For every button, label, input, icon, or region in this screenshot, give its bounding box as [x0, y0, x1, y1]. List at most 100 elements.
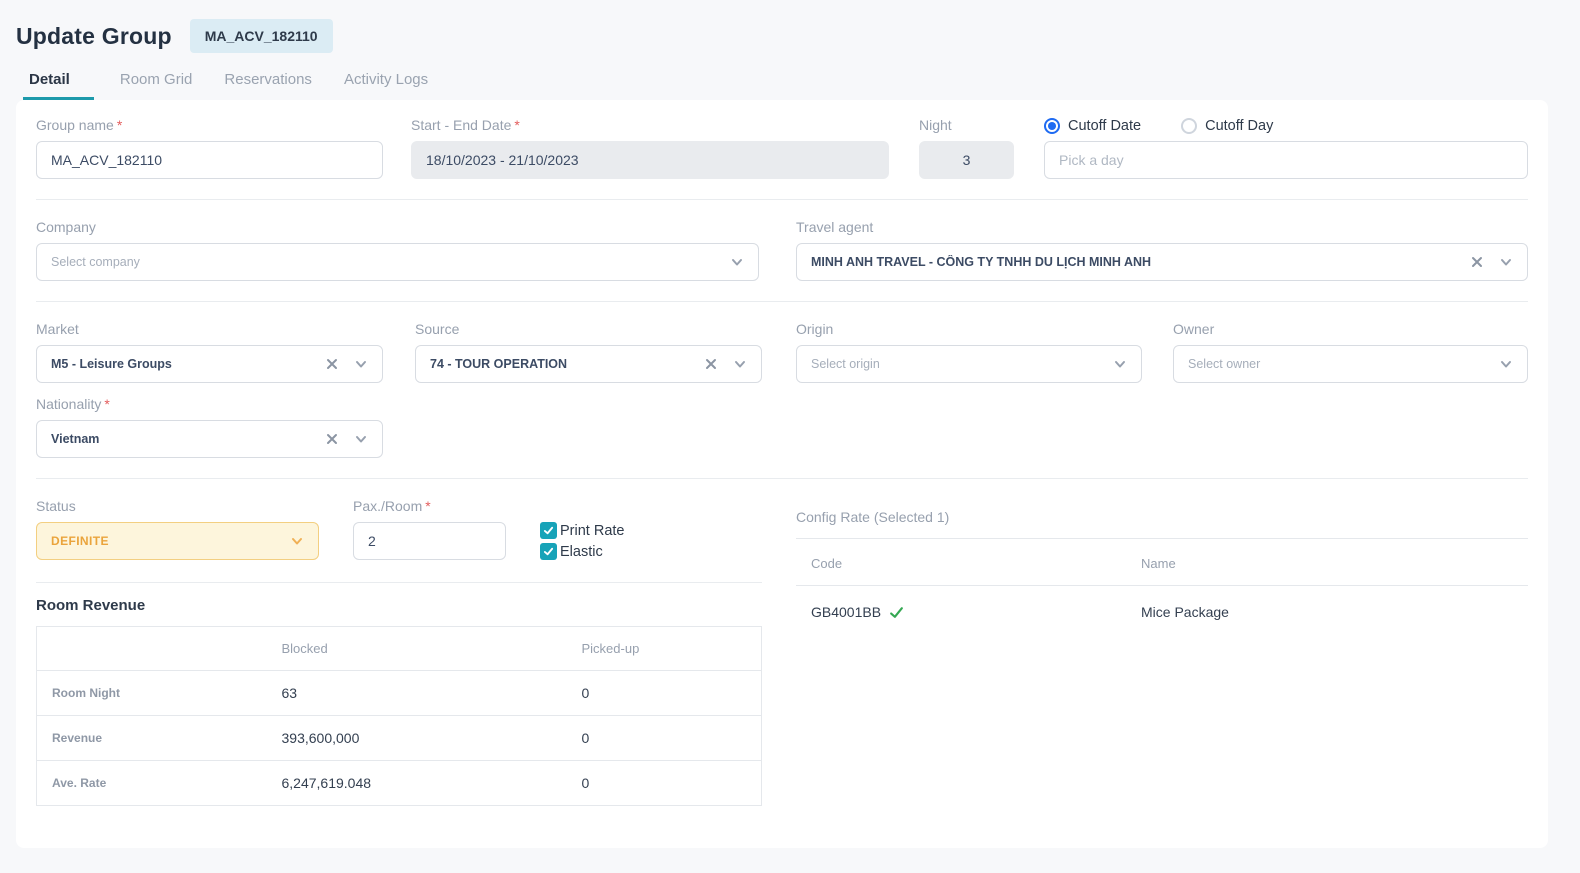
config-rate-header-row: Code Name	[796, 539, 1528, 586]
date-range-input	[411, 141, 889, 179]
tab-room-grid[interactable]: Room Grid	[114, 71, 199, 100]
company-placeholder: Select company	[51, 255, 140, 269]
status-value: DEFINITE	[51, 534, 109, 548]
picked-up-column-header: Picked-up	[567, 627, 762, 671]
revenue-blocked-value: 393,600,000	[267, 716, 567, 761]
room-revenue-table: Blocked Picked-up Room Night 63 0 Revenu…	[36, 626, 762, 806]
room-night-picked-up-value: 0	[567, 671, 762, 716]
tab-detail[interactable]: Detail	[23, 71, 94, 100]
cutoff-day-radio-label: Cutoff Day	[1205, 118, 1273, 134]
rate-code-value: GB4001BB	[811, 604, 881, 620]
page-header: Update Group MA_ACV_182110 Detail Room G…	[0, 0, 1580, 100]
group-code-badge: MA_ACV_182110	[190, 19, 333, 53]
source-value: 74 - TOUR OPERATION	[430, 357, 567, 371]
market-select[interactable]: M5 - Leisure Groups	[36, 345, 383, 383]
radio-unselected-icon	[1181, 118, 1197, 134]
tab-reservations[interactable]: Reservations	[218, 71, 318, 100]
empty-header-cell	[37, 627, 267, 671]
config-rate-title: Config Rate (Selected 1)	[796, 499, 1528, 539]
status-label: Status	[36, 499, 319, 513]
detail-panel: Group name* Start - End Date* Night Cuto…	[16, 100, 1548, 848]
ave-rate-row-label: Ave. Rate	[37, 761, 267, 806]
status-select[interactable]: DEFINITE	[36, 522, 319, 560]
chevron-down-icon	[730, 255, 744, 269]
cutoff-date-radio[interactable]: Cutoff Date	[1044, 118, 1141, 134]
group-name-input[interactable]	[36, 141, 383, 179]
elastic-checkbox[interactable]: Elastic	[540, 543, 624, 560]
row-company-agent: Company Select company Travel agent MINH…	[36, 220, 1528, 281]
group-name-label: Group name*	[36, 118, 383, 132]
ave-rate-picked-up-value: 0	[567, 761, 762, 806]
market-label: Market	[36, 322, 383, 336]
travel-agent-select[interactable]: MINH ANH TRAVEL - CÔNG TY TNHH DU LỊCH M…	[796, 243, 1528, 281]
market-value: M5 - Leisure Groups	[51, 357, 172, 371]
required-marker: *	[425, 498, 430, 514]
clear-icon[interactable]	[1470, 255, 1484, 269]
cutoff-day-radio[interactable]: Cutoff Day	[1181, 118, 1273, 134]
pax-room-label: Pax./Room*	[353, 499, 506, 513]
room-night-row-label: Room Night	[37, 671, 267, 716]
origin-select[interactable]: Select origin	[796, 345, 1142, 383]
ave-rate-blocked-value: 6,247,619.048	[267, 761, 567, 806]
print-rate-checkbox[interactable]: Print Rate	[540, 522, 624, 539]
date-range-label: Start - End Date*	[411, 118, 889, 132]
night-input	[919, 141, 1014, 179]
check-icon	[540, 522, 557, 539]
tab-activity-logs[interactable]: Activity Logs	[338, 71, 434, 100]
travel-agent-value: MINH ANH TRAVEL - CÔNG TY TNHH DU LỊCH M…	[811, 255, 1151, 269]
cutoff-day-picker-input[interactable]	[1044, 141, 1528, 179]
owner-select[interactable]: Select owner	[1173, 345, 1528, 383]
left-column: Status DEFINITE Pax./Room*	[36, 499, 762, 806]
required-marker: *	[104, 396, 109, 412]
name-column-header: Name	[1141, 556, 1176, 571]
rate-option-checkboxes: Print Rate Elastic	[540, 522, 624, 560]
owner-placeholder: Select owner	[1188, 357, 1260, 371]
cutoff-date-radio-label: Cutoff Date	[1068, 118, 1141, 134]
check-icon	[540, 543, 557, 560]
table-row: Room Night 63 0	[37, 671, 762, 716]
chevron-down-icon	[1499, 357, 1513, 371]
divider	[36, 301, 1528, 302]
cutoff-radio-group: Cutoff Date Cutoff Day	[1044, 118, 1528, 134]
row-basic-info: Group name* Start - End Date* Night Cuto…	[36, 118, 1528, 179]
revenue-picked-up-value: 0	[567, 716, 762, 761]
clear-icon[interactable]	[704, 357, 718, 371]
elastic-label: Elastic	[560, 544, 603, 560]
room-revenue-header-row: Blocked Picked-up	[37, 627, 762, 671]
divider	[36, 478, 1528, 479]
owner-label: Owner	[1173, 322, 1528, 336]
room-revenue-title: Room Revenue	[36, 597, 762, 614]
nationality-label: Nationality*	[36, 397, 383, 411]
rate-name-value: Mice Package	[1141, 604, 1229, 620]
required-marker: *	[514, 117, 519, 133]
chevron-down-icon	[354, 357, 368, 371]
origin-label: Origin	[796, 322, 1142, 336]
clear-icon[interactable]	[325, 357, 339, 371]
radio-selected-icon	[1044, 118, 1060, 134]
revenue-row-label: Revenue	[37, 716, 267, 761]
chevron-down-icon	[1113, 357, 1127, 371]
table-row: Revenue 393,600,000 0	[37, 716, 762, 761]
print-rate-label: Print Rate	[560, 523, 624, 539]
nationality-select[interactable]: Vietnam	[36, 420, 383, 458]
clear-icon[interactable]	[325, 432, 339, 446]
nationality-value: Vietnam	[51, 432, 99, 446]
source-select[interactable]: 74 - TOUR OPERATION	[415, 345, 762, 383]
required-marker: *	[117, 117, 122, 133]
selected-check-icon	[889, 605, 904, 620]
chevron-down-icon	[354, 432, 368, 446]
divider	[36, 582, 762, 583]
bottom-section: Status DEFINITE Pax./Room*	[36, 499, 1528, 806]
chevron-down-icon	[290, 534, 304, 548]
company-label: Company	[36, 220, 759, 234]
origin-placeholder: Select origin	[811, 357, 880, 371]
chevron-down-icon	[1499, 255, 1513, 269]
travel-agent-label: Travel agent	[796, 220, 1528, 234]
config-rate-row[interactable]: GB4001BB Mice Package	[796, 586, 1528, 620]
row-status-pax: Status DEFINITE Pax./Room*	[36, 499, 762, 560]
pax-room-input[interactable]	[353, 522, 506, 560]
chevron-down-icon	[733, 357, 747, 371]
company-select[interactable]: Select company	[36, 243, 759, 281]
source-label: Source	[415, 322, 762, 336]
room-night-blocked-value: 63	[267, 671, 567, 716]
